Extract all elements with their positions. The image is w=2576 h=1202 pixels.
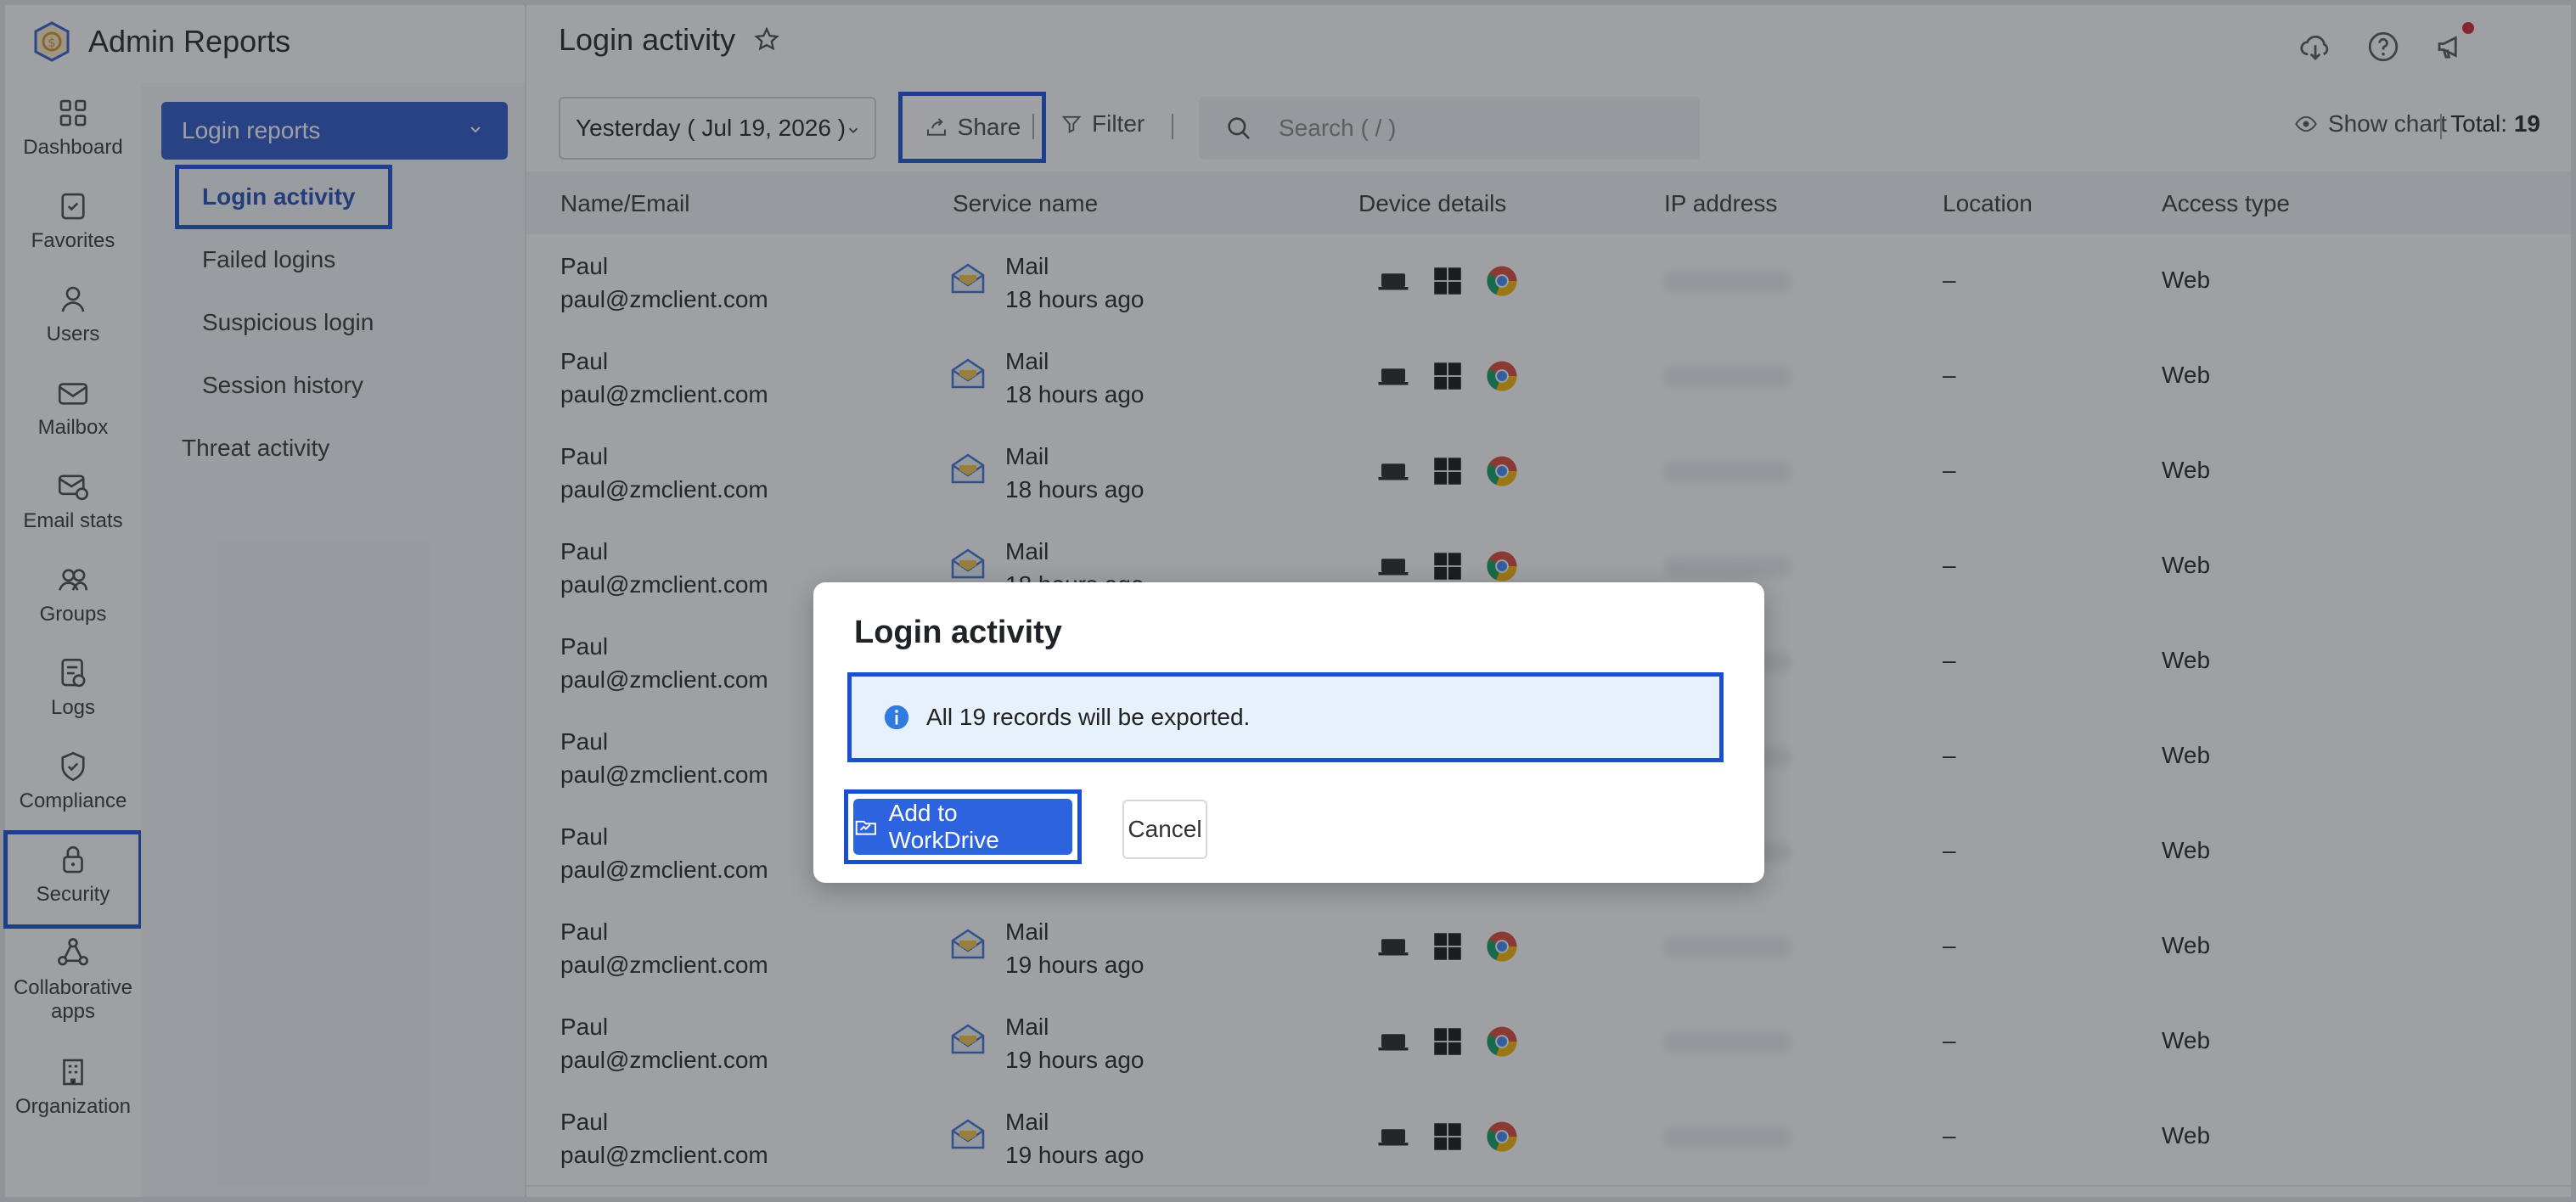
add-to-workdrive-highlight: Add to WorkDrive (844, 789, 1082, 864)
add-to-workdrive-button[interactable]: Add to WorkDrive (853, 799, 1072, 855)
notice-text: All 19 records will be exported. (926, 704, 1251, 730)
export-dialog: Login activity All 19 records will be ex… (813, 582, 1764, 883)
info-icon (884, 705, 909, 730)
workdrive-icon (855, 820, 876, 835)
export-notice: All 19 records will be exported. (847, 672, 1724, 762)
add-to-workdrive-label: Add to WorkDrive (888, 800, 999, 853)
dialog-title: Login activity (854, 615, 1062, 650)
cancel-button[interactable]: Cancel (1122, 800, 1207, 859)
